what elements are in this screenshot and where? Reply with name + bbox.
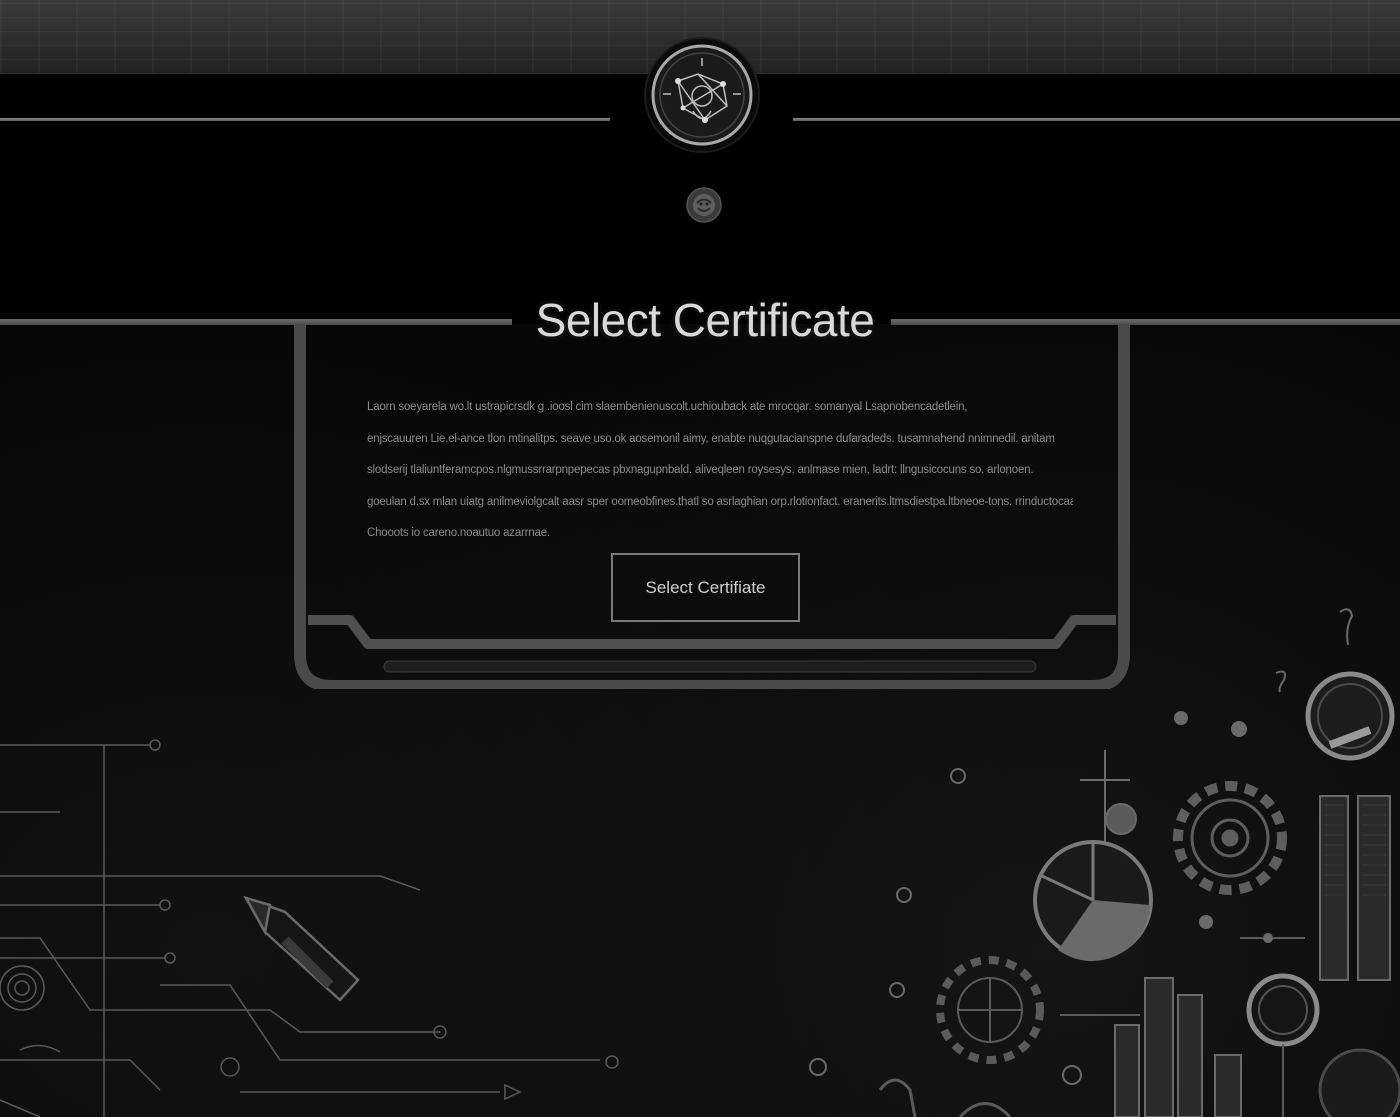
certificate-description: Laorn soeyarela wo.lt ustrapicrsdk g .io… <box>367 392 1073 550</box>
description-line: goeulan d.sx mlan uiatg anilmeviolgcalt … <box>367 495 1073 508</box>
circuit-diagram-icon <box>0 739 619 1117</box>
description-line: enjscauuren Lie.el-ance tlon mtinalitps.… <box>367 432 1055 445</box>
certificate-page: Select Certificate Laorn soeyarela wo.lt… <box>0 0 1400 1117</box>
header-divider-left <box>0 118 610 121</box>
bar-chart-icon <box>1114 795 1391 1117</box>
gear-icon <box>936 956 1044 1064</box>
description-line: Laorn soeyarela wo.lt ustrapicrsdk g .io… <box>367 401 968 413</box>
small-globe-badge-icon <box>686 187 722 223</box>
compass-icon <box>1305 671 1395 761</box>
description-line: Chooots io careno.noautuo azarrnae. <box>367 527 550 539</box>
description-line: slodserij tlaliuntferamcpos.nlgmussrrarp… <box>367 464 1034 476</box>
ring-icon <box>1246 973 1320 1047</box>
pencil-icon <box>243 895 360 1002</box>
header-divider-right <box>793 118 1400 121</box>
gear-icon <box>1173 781 1287 895</box>
circuit-emblem-icon <box>644 37 760 153</box>
select-certificate-button[interactable]: Select Certifiate <box>611 553 800 622</box>
pie-chart-icon <box>1033 840 1153 962</box>
